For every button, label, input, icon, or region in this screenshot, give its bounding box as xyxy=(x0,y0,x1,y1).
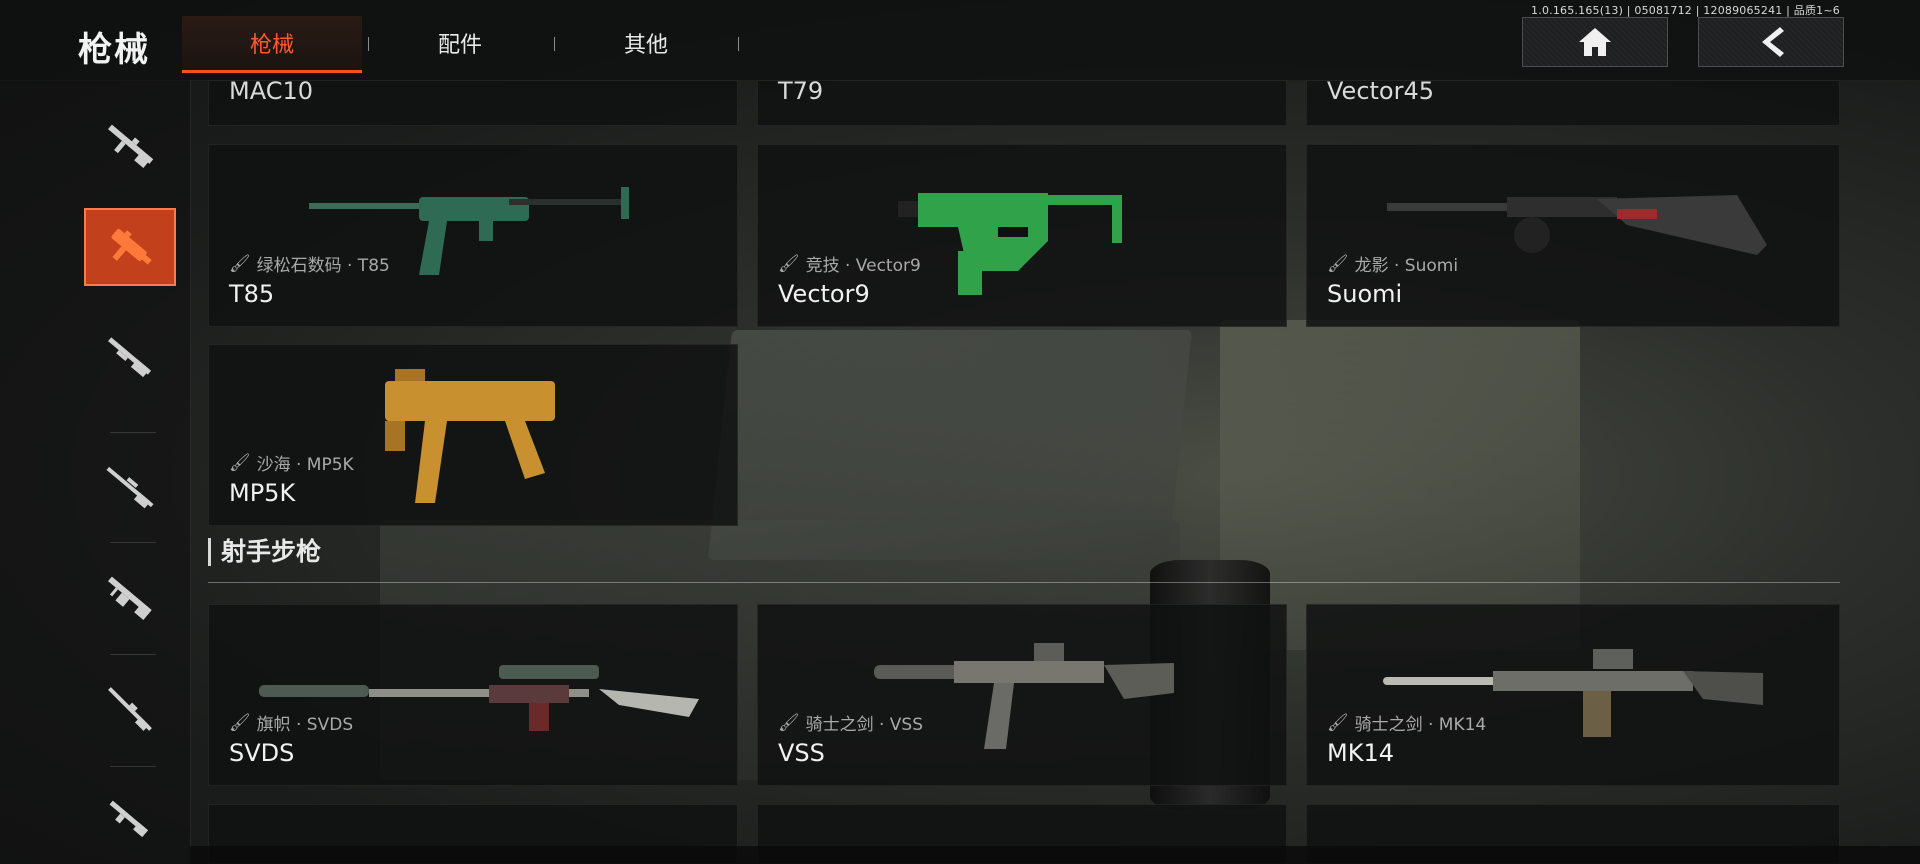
skin-name: 竞技 · Vector9 xyxy=(805,256,921,276)
tab-separator xyxy=(368,37,369,51)
brush-icon: 🖌 xyxy=(1327,253,1349,274)
smg-icon xyxy=(111,228,152,265)
skin-label: 🖌 旗帜 · SVDS xyxy=(229,710,354,736)
skin-label: 🖌 沙海 · MP5K xyxy=(229,450,354,476)
weapon-name: SVDS xyxy=(229,739,295,767)
weapon-card[interactable]: 🖌 竞技 · Vector9 Vector9 xyxy=(757,144,1287,327)
weapon-name: MK14 xyxy=(1327,739,1394,767)
category-lmg[interactable] xyxy=(84,558,176,636)
page-title: 枪械 xyxy=(78,30,150,70)
tab-separator xyxy=(738,37,739,51)
tab-other[interactable]: 其他 xyxy=(556,16,736,70)
vector9-gun-image xyxy=(898,193,1122,295)
mp5k-gun-image xyxy=(385,369,555,503)
weapon-name: Suomi xyxy=(1327,280,1403,308)
category-assault-rifle[interactable] xyxy=(84,106,176,184)
brush-icon: 🖌 xyxy=(1327,712,1349,733)
home-icon xyxy=(1579,28,1611,56)
weapon-card[interactable]: 🖌 骑士之剑 · MK14 MK14 xyxy=(1306,604,1840,786)
weapon-card[interactable]: 🖌 龙影 · Suomi Suomi xyxy=(1306,144,1840,327)
skin-name: 龙影 · Suomi xyxy=(1354,256,1459,276)
home-button[interactable] xyxy=(1522,17,1668,67)
skin-name: 骑士之剑 · VSS xyxy=(805,715,924,735)
skin-label: 🖌 绿松石数码 · T85 xyxy=(229,251,390,277)
brush-icon: 🖌 xyxy=(778,253,800,274)
brush-icon: 🖌 xyxy=(229,253,251,274)
sidebar-divider xyxy=(110,766,156,767)
weapon-card[interactable]: T79 xyxy=(757,80,1287,126)
skin-name: 旗帜 · SVDS xyxy=(256,715,354,735)
category-sniper[interactable] xyxy=(84,448,176,526)
skin-name: 沙海 · MP5K xyxy=(256,455,354,475)
brush-icon: 🖌 xyxy=(229,712,251,733)
weapon-card[interactable]: Vector45 xyxy=(1306,80,1840,126)
category-smg[interactable] xyxy=(84,208,176,286)
section-title-marksman: 射手步枪 xyxy=(208,538,321,566)
bottom-fade xyxy=(190,846,1920,864)
assault-rifle-icon xyxy=(108,124,154,168)
mk14-gun-image xyxy=(1383,649,1763,737)
background-crate-lid xyxy=(707,330,1193,560)
pistol-icon xyxy=(109,800,149,838)
weapon-name: Vector45 xyxy=(1327,80,1435,105)
back-button[interactable] xyxy=(1698,17,1844,67)
weapon-name: T79 xyxy=(778,80,824,105)
lmg-icon xyxy=(108,576,152,620)
tab-attachments[interactable]: 配件 xyxy=(370,16,550,70)
weapon-card[interactable]: MAC10 xyxy=(208,80,738,126)
weapon-card[interactable]: 🖌 沙海 · MP5K MP5K xyxy=(208,344,738,526)
category-pistol[interactable] xyxy=(84,780,176,858)
brush-icon: 🖌 xyxy=(778,712,800,733)
weapon-name: MP5K xyxy=(229,479,296,507)
weapon-name: VSS xyxy=(778,739,825,767)
background-ammo-box xyxy=(1220,320,1580,650)
weapon-card[interactable]: 🖌 旗帜 · SVDS SVDS xyxy=(208,604,738,786)
tab-guns[interactable]: 枪械 xyxy=(182,16,362,73)
skin-label: 🖌 竞技 · Vector9 xyxy=(778,251,921,277)
weapon-card[interactable]: 🖌 骑士之剑 · VSS VSS xyxy=(757,604,1287,786)
skin-name: 绿松石数码 · T85 xyxy=(256,256,390,276)
skin-label: 🖌 骑士之剑 · MK14 xyxy=(1327,710,1487,736)
weapon-name: MAC10 xyxy=(229,80,313,105)
category-shotgun[interactable] xyxy=(84,318,176,396)
skin-label: 🖌 龙影 · Suomi xyxy=(1327,251,1459,277)
tab-separator xyxy=(554,37,555,51)
skin-name: 骑士之剑 · MK14 xyxy=(1354,715,1487,735)
brush-icon: 🖌 xyxy=(229,452,251,473)
version-info: 1.0.165.165(13) | 05081712 | 12089065241… xyxy=(1531,4,1840,17)
skin-label: 🖌 骑士之剑 · VSS xyxy=(778,710,924,736)
sidebar-divider xyxy=(110,654,156,655)
marksman-rifle-icon xyxy=(108,687,152,731)
weapon-card[interactable]: 🖌 绿松石数码 · T85 T85 xyxy=(208,144,738,327)
vss-gun-image xyxy=(874,643,1174,749)
t85-gun-image xyxy=(309,187,629,275)
category-marksman[interactable] xyxy=(84,670,176,748)
section-divider xyxy=(208,582,1840,583)
weapon-name: Vector9 xyxy=(778,280,870,308)
top-bar: 枪械 枪械 配件 其他 1.0.165.165(13) | 05081712 |… xyxy=(0,0,1920,81)
weapon-category-sidebar xyxy=(0,80,191,864)
chevron-left-icon xyxy=(1762,27,1784,57)
shotgun-icon xyxy=(108,337,152,378)
weapon-name: T85 xyxy=(229,280,275,308)
sniper-rifle-icon xyxy=(106,466,154,509)
sidebar-divider xyxy=(110,432,156,433)
sidebar-divider xyxy=(110,542,156,543)
